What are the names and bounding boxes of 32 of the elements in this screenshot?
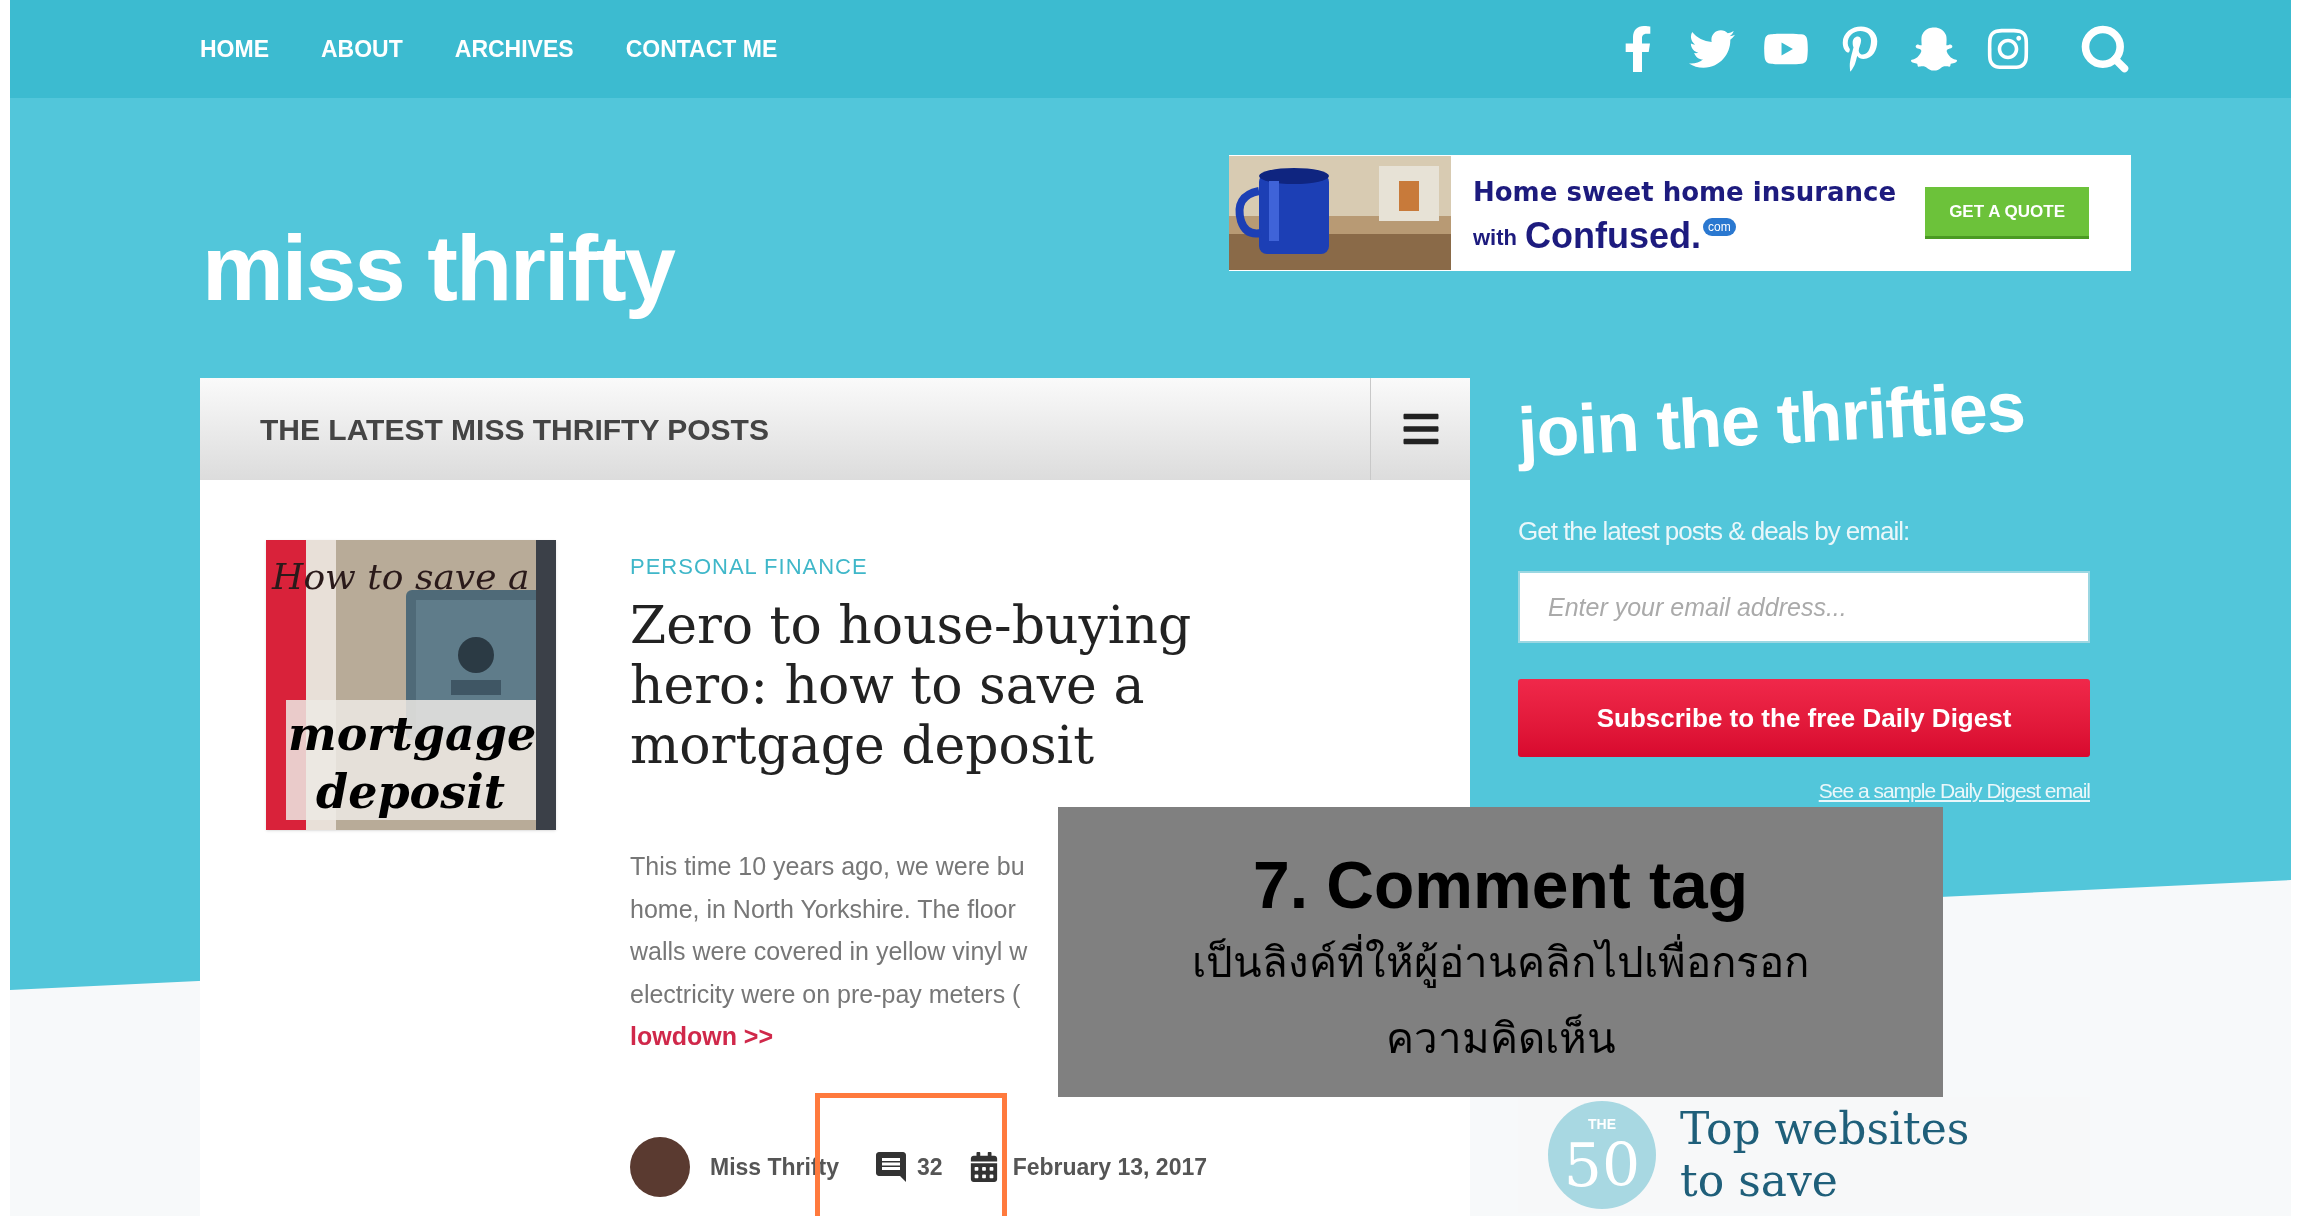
promo-text: to save [1680, 1154, 1839, 1207]
calendar-icon [968, 1152, 999, 1182]
post-title[interactable]: Zero to house-buying [630, 595, 1207, 655]
post-excerpt: This time 10 years ago, we were bu [630, 851, 1025, 882]
subscribe-button[interactable]: Subscribe to the free Daily Digest [1518, 679, 2090, 757]
badge-label: THE [1588, 1115, 1616, 1134]
annotation-title: 7. Comment tag [1252, 847, 1749, 924]
ad-brand: Confused. [1525, 217, 1701, 254]
ad-brand-badge: com [1703, 217, 1736, 236]
author-avatar [630, 1137, 690, 1197]
thumbnail-caption: mortgage [288, 706, 537, 763]
badge-number: 50 [1563, 1135, 1641, 1195]
snapchat-icon[interactable] [1911, 26, 1957, 72]
post-title[interactable]: hero: how to save a [630, 655, 1207, 715]
sidebar-subheading: Get the latest posts & deals by email: [1518, 515, 1911, 548]
ad-headline: Home sweet home insurance [1473, 175, 1897, 209]
post-title[interactable]: mortgage deposit [630, 715, 1207, 775]
comment-count[interactable]: 32 [917, 1149, 943, 1185]
panel-title: THE LATEST MISS THRIFTY POSTS [260, 411, 769, 448]
post-excerpt: electricity were on pre-pay meters ( [630, 978, 1021, 1010]
read-more-link[interactable]: lowdown >> [630, 1015, 774, 1057]
post-excerpt: walls were covered in yellow vinyl w [630, 936, 1028, 967]
promo-text: Top websites [1680, 1102, 1970, 1155]
search-icon[interactable] [2079, 23, 2131, 75]
instagram-icon[interactable] [1985, 26, 2031, 72]
thumbnail-caption: deposit [316, 764, 505, 821]
email-field[interactable]: Enter your email address... [1518, 571, 2090, 643]
post-date: February 13, 2017 [1012, 1152, 1207, 1182]
annotation-text: ความคิดเห็น [1385, 1013, 1616, 1064]
post-excerpt: home, in North Yorkshire. The floor [630, 893, 1016, 925]
annotation-text: เป็นลิงค์ที่ให้ผู้อ่านคลิกไปเพื่อกรอก [1192, 925, 1809, 1001]
ad-text: with [1473, 223, 1517, 252]
